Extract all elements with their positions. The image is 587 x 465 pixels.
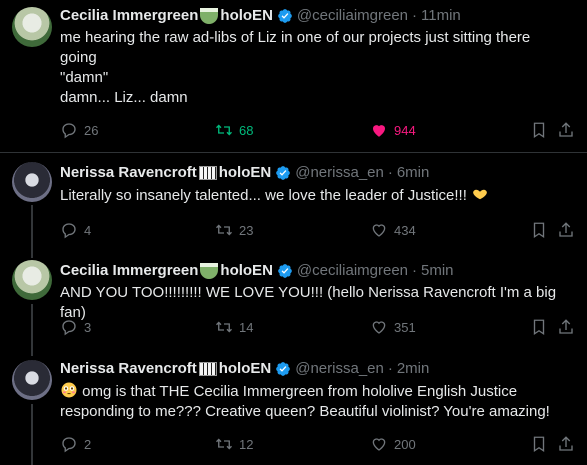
reply-icon (62, 437, 76, 453)
author-handle[interactable]: @nerissa_en (295, 163, 384, 183)
share-icon (559, 222, 573, 237)
separator-dot: · (412, 262, 418, 279)
share-icon (559, 122, 573, 137)
reply-button[interactable]: 3 (60, 317, 91, 337)
reply-button[interactable]: 26 (60, 120, 98, 140)
author-name[interactable]: Cecilia Immergreen (60, 6, 198, 26)
flushed-face-emoji-icon (61, 382, 77, 398)
author-name-suffix[interactable]: holoEN (220, 6, 273, 26)
reply-count: 2 (84, 436, 92, 452)
author-handle[interactable]: @nerissa_en (295, 359, 384, 379)
bookmark-icon (533, 319, 545, 336)
thread-line (31, 248, 33, 258)
thread-line (31, 304, 33, 346)
tweet[interactable]: Cecilia Immergreen holoEN @ceciliaimgree… (0, 0, 587, 152)
repost-icon (216, 321, 232, 333)
reply-button[interactable]: 4 (60, 220, 91, 240)
like-button[interactable]: 434 (370, 220, 416, 240)
repost-button[interactable]: 12 (215, 434, 253, 454)
piano-emoji-icon (198, 166, 217, 180)
like-count: 351 (394, 319, 416, 335)
author-name[interactable]: Nerissa Ravencroft (60, 163, 197, 183)
share-button[interactable] (557, 120, 581, 140)
verified-icon (276, 362, 291, 376)
thread-line (31, 346, 33, 356)
repost-icon (216, 124, 232, 136)
tweet[interactable]: Nerissa Ravencroft holoEN @nerissa_en · … (0, 153, 587, 248)
separator-dot: · (412, 7, 418, 24)
author-name-suffix[interactable]: holoEN (219, 359, 272, 379)
tweet-text: me hearing the raw ad-libs of Liz in one… (60, 29, 531, 106)
author-handle[interactable]: @ceciliaimgreen (297, 6, 408, 26)
bowl-emoji-icon (200, 263, 219, 279)
repost-count: 12 (239, 436, 254, 452)
thread-line (31, 404, 33, 465)
like-button[interactable]: 351 (370, 317, 416, 337)
reply-icon (62, 123, 76, 139)
repost-icon (216, 438, 232, 450)
like-count: 434 (394, 222, 416, 238)
timestamp[interactable]: 5min (421, 261, 454, 281)
like-icon (372, 438, 386, 451)
tweet-text: Literally so insanely talented... we lov… (60, 185, 575, 206)
author-name-suffix[interactable]: holoEN (219, 163, 272, 183)
bookmark-icon (533, 122, 545, 139)
avatar[interactable] (12, 162, 52, 202)
bookmark-icon (533, 436, 545, 453)
author-name[interactable]: Nerissa Ravencroft (60, 359, 197, 379)
verified-icon (278, 9, 292, 23)
repost-button[interactable]: 68 (215, 120, 253, 140)
author-name-suffix[interactable]: holoEN (220, 261, 273, 281)
reply-icon (62, 320, 76, 336)
timestamp[interactable]: 11min (421, 6, 461, 26)
repost-count: 14 (239, 319, 254, 335)
tweet[interactable]: Nerissa Ravencroft holoEN @nerissa_en · … (0, 346, 587, 465)
bookmark-icon (533, 222, 545, 239)
author-handle[interactable]: @ceciliaimgreen (297, 261, 408, 281)
thread-line (31, 205, 33, 248)
share-button[interactable] (557, 317, 581, 337)
verified-icon (276, 166, 291, 180)
like-icon (372, 321, 386, 334)
heart-hands-emoji-icon (473, 189, 487, 200)
reply-icon (62, 223, 76, 239)
bookmark-button[interactable] (530, 317, 554, 337)
like-button[interactable]: 944 (370, 120, 416, 140)
bookmark-button[interactable] (530, 434, 554, 454)
reply-count: 3 (84, 319, 92, 335)
repost-count: 23 (239, 222, 254, 238)
reply-button[interactable]: 2 (60, 434, 91, 454)
repost-icon (216, 224, 232, 236)
like-icon (372, 224, 386, 237)
share-icon (559, 436, 573, 451)
author-name[interactable]: Cecilia Immergreen (60, 261, 198, 281)
like-count: 200 (394, 436, 416, 452)
share-icon (559, 319, 573, 334)
avatar[interactable] (12, 7, 52, 47)
repost-count: 68 (239, 122, 254, 138)
timestamp[interactable]: 6min (397, 163, 430, 183)
timestamp[interactable]: 2min (397, 359, 430, 379)
repost-button[interactable]: 14 (215, 317, 253, 337)
like-icon (373, 125, 385, 137)
reply-count: 26 (84, 122, 99, 138)
bookmark-button[interactable] (530, 220, 554, 240)
avatar[interactable] (12, 360, 52, 400)
share-button[interactable] (557, 434, 581, 454)
separator-dot: · (387, 164, 393, 181)
avatar[interactable] (12, 260, 52, 300)
bookmark-button[interactable] (530, 120, 554, 140)
share-button[interactable] (557, 220, 581, 240)
verified-icon (278, 264, 292, 278)
tweet-text: omg is that THE Cecilia Immergreen from … (60, 382, 550, 420)
like-count: 944 (394, 122, 416, 138)
like-button[interactable]: 200 (370, 434, 416, 454)
piano-emoji-icon (198, 362, 217, 376)
tweet[interactable]: Cecilia Immergreen holoEN @ceciliaimgree… (0, 248, 587, 346)
reply-count: 4 (84, 222, 92, 238)
repost-button[interactable]: 23 (215, 220, 253, 240)
bowl-emoji-icon (200, 8, 219, 24)
separator-dot: · (387, 360, 393, 377)
